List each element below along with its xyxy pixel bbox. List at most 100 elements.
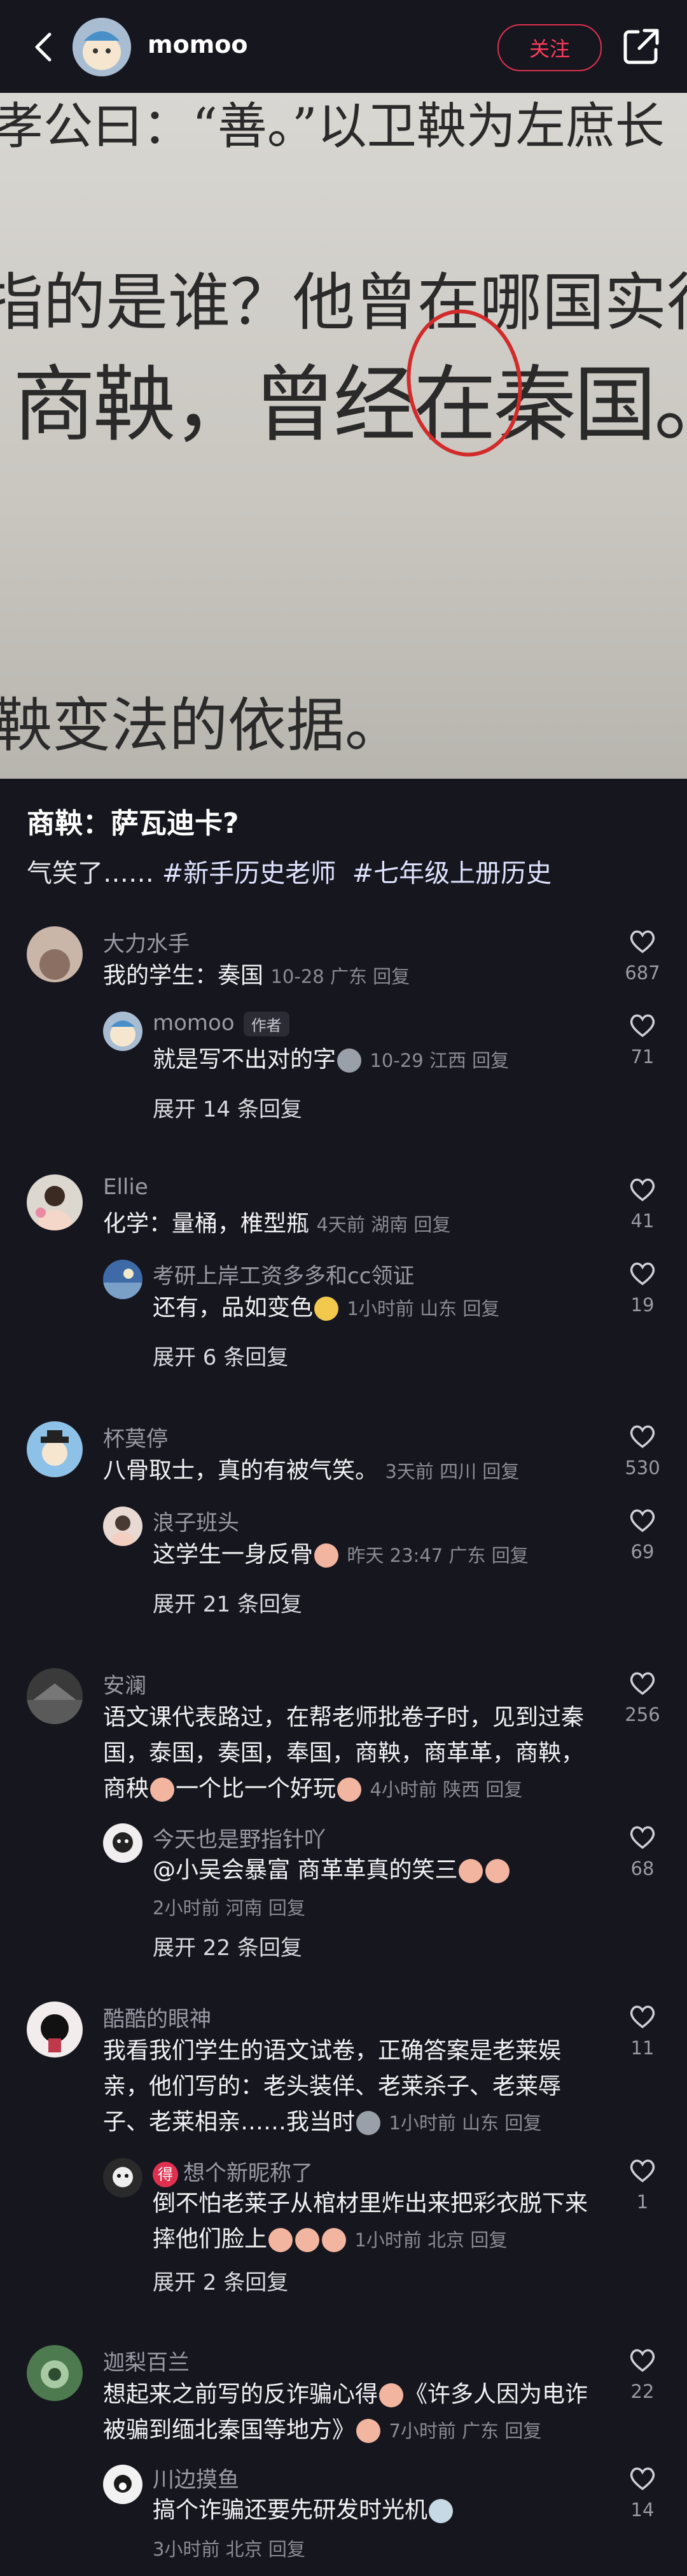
comment-item: 酷酷的眼神 我看我们学生的语文试卷，正确答案是老莱娱 亲，他们写的：老头装佯、老… xyxy=(0,1991,687,2335)
like-count: 14 xyxy=(630,2499,655,2521)
expand-replies-button[interactable]: 展开 21 条回复 xyxy=(153,1587,302,1618)
comment-item: 迦梨百兰 想起来之前写的反诈骗心得 《许多人因为电诈 被骗到缅北秦国等地方》 7小… xyxy=(0,2335,687,2576)
commenter-avatar[interactable] xyxy=(27,1421,83,1477)
handwritten-answer: 商鞅，曾经在秦国。 xyxy=(13,356,687,453)
replier-name[interactable]: 今天也是野指针吖 xyxy=(153,1822,326,1853)
post-description: 气笑了…… #新手历史老师 #七年级上册历史 xyxy=(27,853,552,889)
commenter-avatar[interactable] xyxy=(27,1174,83,1230)
like-button[interactable]: 687 xyxy=(623,929,662,984)
comment-meta[interactable]: 3天前 四川 回复 xyxy=(385,1461,519,1482)
reply-text: 还有，品如变色 1小时前 山东 回复 xyxy=(153,1295,500,1321)
post-title: 商鞅：萨瓦迪卡? xyxy=(27,807,239,840)
comment-item: 杯莫停 八骨取士，真的有被气笑。 3天前 四川 回复 530 浪子班头 这学生一… xyxy=(0,1411,687,1627)
commenter-avatar[interactable] xyxy=(27,2002,83,2057)
back-button[interactable] xyxy=(24,28,62,66)
top-bar: momoo 关注 xyxy=(0,0,687,93)
reply-text: 就是写不出对的字 10-29 江西 回复 xyxy=(153,1047,510,1073)
commenter-name[interactable]: 酷酷的眼神 xyxy=(103,2002,211,2033)
emoji-icon xyxy=(268,2228,293,2252)
commenter-name[interactable]: 安澜 xyxy=(103,1668,146,1699)
comment-item: 安澜 语文课代表路过，在帮老师批卷子时，见到过秦 国，泰国，奏国，奉国，商鞅，商… xyxy=(0,1658,687,1970)
follow-button[interactable]: 关注 xyxy=(497,24,602,71)
expand-replies-button[interactable]: 展开 22 条回复 xyxy=(153,1930,302,1961)
replier-avatar[interactable] xyxy=(103,1260,142,1299)
emoji-icon xyxy=(337,1778,362,1802)
commenter-name[interactable]: 杯莫停 xyxy=(103,1421,168,1452)
reply-text: 搞个诈骗还要先研发时光机 xyxy=(153,2493,611,2528)
emoji-icon xyxy=(322,2228,347,2252)
emoji-icon xyxy=(150,1778,175,1802)
reply-meta[interactable]: 1小时前 山东 回复 xyxy=(347,1298,499,1319)
reply-meta[interactable]: 昨天 23:47 广东 回复 xyxy=(347,1545,528,1566)
like-button[interactable]: 14 xyxy=(623,2466,662,2521)
commenter-name[interactable]: Ellie xyxy=(103,1174,148,1200)
like-count: 19 xyxy=(630,1294,655,1316)
replier-name[interactable]: 浪子班头 xyxy=(153,1505,239,1536)
replier-name[interactable]: 得想个新昵称了 xyxy=(153,2155,313,2187)
replier-avatar[interactable] xyxy=(103,1012,142,1051)
reply-meta[interactable]: 3小时前 北京 回复 xyxy=(153,2535,305,2561)
like-button[interactable]: 71 xyxy=(623,1013,662,1068)
replier-avatar[interactable] xyxy=(103,2158,142,2197)
like-count: 69 xyxy=(630,1541,655,1563)
emoji-icon xyxy=(337,1048,362,1073)
commenter-avatar[interactable] xyxy=(27,926,83,982)
replier-avatar[interactable] xyxy=(103,2465,142,2504)
like-count: 687 xyxy=(625,962,660,984)
like-button[interactable]: 11 xyxy=(623,2004,662,2059)
like-button[interactable]: 19 xyxy=(623,1261,662,1316)
replier-avatar[interactable] xyxy=(103,1507,142,1546)
author-name[interactable]: momoo xyxy=(148,31,248,59)
expand-replies-button[interactable]: 展开 6 条回复 xyxy=(153,1340,288,1371)
like-button[interactable]: 41 xyxy=(623,1177,662,1232)
like-count: 1 xyxy=(636,2191,649,2213)
replier-avatar[interactable] xyxy=(103,1823,142,1863)
commenter-avatar[interactable] xyxy=(27,2345,83,2401)
share-button[interactable] xyxy=(620,25,662,67)
heart-icon xyxy=(630,1826,655,1849)
achievement-badge: 得 xyxy=(153,2161,178,2187)
emoji-icon xyxy=(356,2419,381,2443)
comment-item: Ellie 化学：量桶，椎型瓶 4天前 湖南 回复 41 考研上岸工资多多和cc… xyxy=(0,1164,687,1381)
photo-text-line: 指的是谁？他曾在哪国实行 xyxy=(0,267,687,339)
replier-name[interactable]: 川边摸鱼 xyxy=(153,2462,239,2493)
heart-icon xyxy=(630,2467,655,2491)
comment-meta[interactable]: 1小时前 山东 回复 xyxy=(389,2112,541,2134)
commenter-name[interactable]: 大力水手 xyxy=(103,926,190,957)
like-button[interactable]: 530 xyxy=(623,1424,662,1479)
reply-meta[interactable]: 2小时前 河南 回复 xyxy=(153,1893,305,1920)
expand-replies-button[interactable]: 展开 2 条回复 xyxy=(153,2265,288,2296)
heart-icon xyxy=(630,2349,655,2372)
post-image[interactable]: 孝公曰：“善。”以卫鞅为左庶长 指的是谁？他曾在哪国实行 商鞅，曾经在秦国。 鞅… xyxy=(0,93,687,779)
like-button[interactable]: 69 xyxy=(623,1508,662,1563)
comment-meta[interactable]: 10-28 广东 回复 xyxy=(270,966,410,987)
emoji-icon xyxy=(295,2228,320,2252)
hashtag[interactable]: #七年级上册历史 xyxy=(352,859,552,888)
comment-meta[interactable]: 4天前 湖南 回复 xyxy=(316,1214,450,1236)
like-count: 530 xyxy=(625,1457,660,1479)
reply-text: @小吴会暴富 商革革真的笑三 xyxy=(153,1853,611,1888)
emoji-icon xyxy=(485,1859,510,1883)
like-button[interactable]: 256 xyxy=(623,1671,662,1725)
reply-meta[interactable]: 1小时前 北京 回复 xyxy=(354,2229,507,2251)
like-button[interactable]: 1 xyxy=(623,2158,662,2213)
replier-name[interactable]: 考研上岸工资多多和cc领证 xyxy=(153,1258,414,1290)
commenter-avatar[interactable] xyxy=(27,1668,83,1724)
heart-icon xyxy=(630,1178,655,1202)
author-avatar[interactable] xyxy=(73,18,131,76)
like-count: 22 xyxy=(630,2381,655,2402)
hashtag[interactable]: #新手历史老师 xyxy=(162,859,337,888)
commenter-name[interactable]: 迦梨百兰 xyxy=(103,2345,190,2376)
comment-meta[interactable]: 7小时前 广东 回复 xyxy=(389,2420,541,2442)
heart-icon xyxy=(630,930,655,954)
replier-name[interactable]: momoo 作者 xyxy=(153,1010,289,1036)
heart-icon xyxy=(630,1672,655,1695)
reply-meta[interactable]: 10-29 江西 回复 xyxy=(370,1050,509,1071)
emoji-icon xyxy=(314,1543,339,1568)
comment-meta[interactable]: 4小时前 陕西 回复 xyxy=(370,1779,522,1800)
comment-text: 化学：量桶，椎型瓶 4天前 湖南 回复 xyxy=(103,1211,451,1237)
like-button[interactable]: 68 xyxy=(623,1825,662,1879)
like-button[interactable]: 22 xyxy=(623,2348,662,2402)
comment-text: 八骨取士，真的有被气笑。 3天前 四川 回复 xyxy=(103,1458,520,1484)
expand-replies-button[interactable]: 展开 14 条回复 xyxy=(153,1092,302,1123)
